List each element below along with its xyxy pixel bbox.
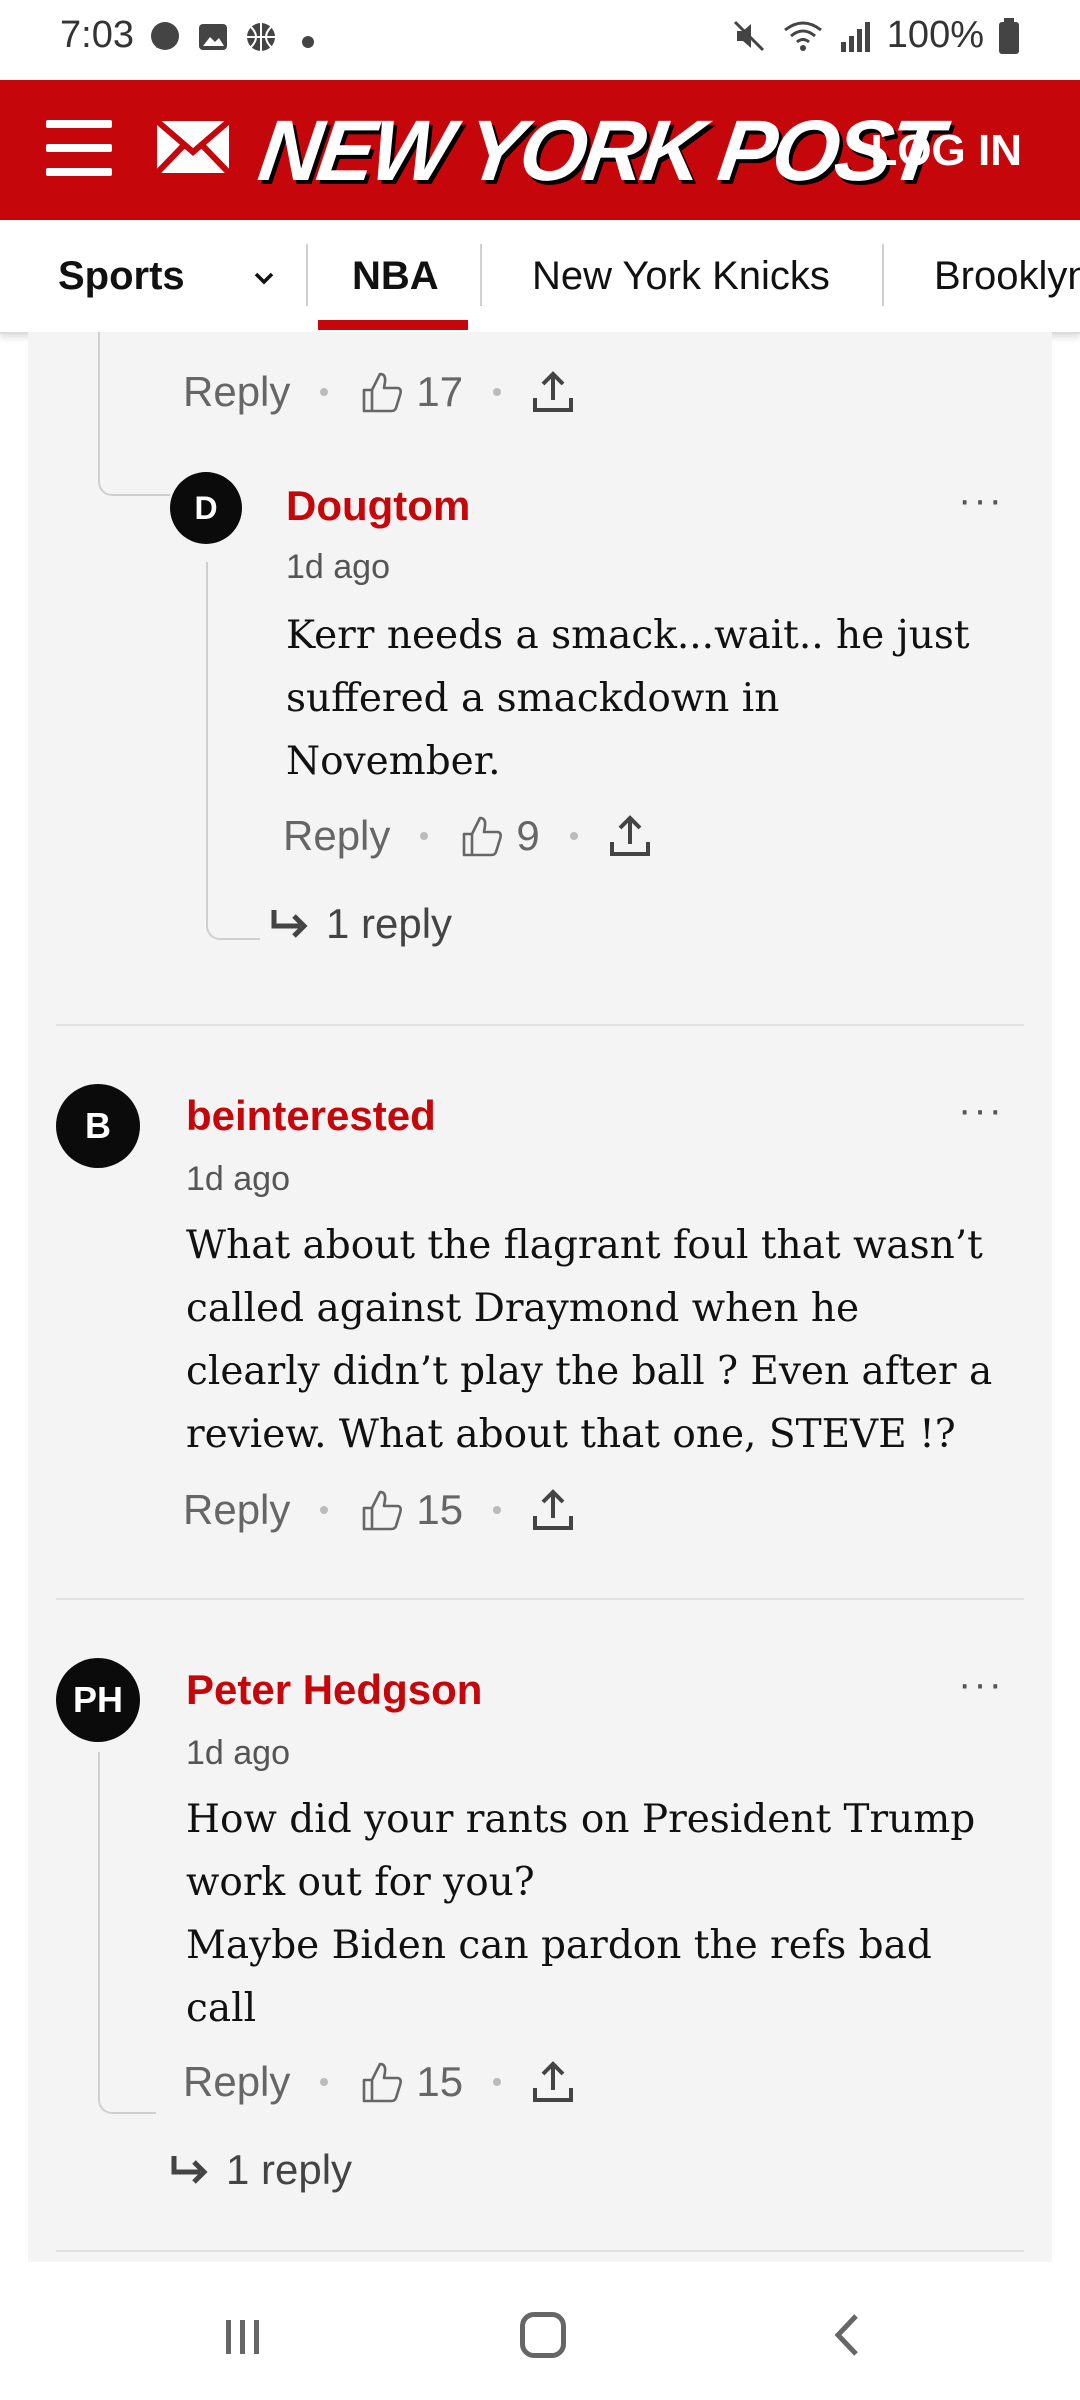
share-icon[interactable] <box>608 812 652 860</box>
like-count: 17 <box>416 368 464 415</box>
view-replies-link[interactable]: 1 reply <box>170 2146 352 2194</box>
tab-brooklyn[interactable]: Brooklyn <box>934 220 1080 332</box>
signal-icon <box>840 21 870 52</box>
share-icon[interactable] <box>531 1486 575 1534</box>
basketball-icon <box>247 23 275 51</box>
home-icon[interactable] <box>520 2312 566 2358</box>
more-options-icon[interactable]: ··· <box>958 478 1004 523</box>
comment-time: 1d ago <box>286 548 390 586</box>
like-count: 15 <box>416 2058 464 2105</box>
wifi-icon <box>783 21 822 51</box>
thumbs-up-icon[interactable] <box>358 2058 406 2106</box>
mute-icon <box>733 20 764 51</box>
comment-divider <box>56 1598 1024 1600</box>
site-logo[interactable]: NEW YORK POST <box>253 102 944 201</box>
comment-actions: Reply 15 <box>183 1486 575 1534</box>
chevron-down-icon[interactable] <box>250 264 278 292</box>
reply-button[interactable]: Reply <box>283 812 390 860</box>
system-nav-bar <box>0 2262 1080 2400</box>
comment-username[interactable]: beinterested <box>186 1092 436 1140</box>
comment-body: How did your rants on President Trump wo… <box>186 1797 976 2031</box>
nav-divider <box>480 244 482 306</box>
comment-username[interactable]: Peter Hedgson <box>186 1666 482 1714</box>
back-icon[interactable] <box>830 2312 864 2358</box>
comment-actions: Reply 17 <box>183 368 575 416</box>
more-options-icon[interactable]: ··· <box>958 1088 1004 1133</box>
reply-arrow-icon <box>271 910 308 938</box>
comment-actions: Reply 9 <box>283 812 652 860</box>
comments-panel: Reply 17 D Dougtom ··· 1d ago Kerr needs… <box>28 332 1052 2262</box>
like-count: 15 <box>416 1486 464 1533</box>
more-notifications-dot <box>302 36 314 48</box>
thumbs-up-icon[interactable] <box>358 368 406 416</box>
mail-icon[interactable] <box>154 118 232 176</box>
active-tab-indicator <box>318 320 468 330</box>
nav-divider <box>882 244 884 306</box>
login-button[interactable]: LOG IN <box>870 126 1022 176</box>
reply-button[interactable]: Reply <box>183 368 290 416</box>
comment-actions: Reply 15 <box>183 2058 575 2106</box>
system-indicators: 100% <box>731 14 1020 57</box>
comment-divider <box>56 2250 1024 2252</box>
reply-button[interactable]: Reply <box>183 1486 290 1534</box>
menu-icon[interactable] <box>46 120 112 176</box>
reply-arrow-icon <box>171 2156 208 2184</box>
reply-button[interactable]: Reply <box>183 2058 290 2106</box>
comment-divider <box>56 1024 1024 1026</box>
avatar[interactable]: B <box>56 1084 140 1168</box>
avatar[interactable]: D <box>170 472 242 544</box>
thumbs-up-icon[interactable] <box>458 812 506 860</box>
tab-new-york-knicks[interactable]: New York Knicks <box>532 220 830 332</box>
status-time: 7:03 <box>60 14 134 56</box>
talk-icon <box>151 22 179 50</box>
avatar[interactable]: PH <box>56 1658 140 1742</box>
more-options-icon[interactable]: ··· <box>958 1662 1004 1707</box>
comment-time: 1d ago <box>186 1160 290 1198</box>
thread-line <box>98 1752 156 2114</box>
comment-time: 1d ago <box>186 1734 290 1772</box>
nav-divider <box>306 244 308 306</box>
status-bar: 7:03 100% <box>0 0 1080 80</box>
site-header: NEW YORK POST LOG IN <box>0 80 1080 220</box>
tab-nba[interactable]: NBA <box>352 220 439 332</box>
section-nav: Sports NBA New York Knicks Brooklyn <box>0 220 1080 334</box>
comment-body: Kerr needs a smack...wait.. he just suff… <box>286 613 970 784</box>
share-icon[interactable] <box>531 368 575 416</box>
battery-percent: 100% <box>886 14 984 56</box>
view-replies-link[interactable]: 1 reply <box>270 900 452 948</box>
battery-icon <box>999 17 1019 54</box>
comment-body: What about the flagrant foul that wasn’t… <box>186 1223 993 1457</box>
recent-apps-icon[interactable] <box>222 2316 264 2358</box>
notification-icons <box>148 20 314 54</box>
gallery-icon <box>199 24 227 50</box>
like-count: 9 <box>516 812 540 859</box>
thread-line <box>98 332 170 496</box>
nav-sports-dropdown[interactable]: Sports <box>58 220 185 332</box>
thumbs-up-icon[interactable] <box>358 1486 406 1534</box>
thread-line <box>206 562 260 940</box>
share-icon[interactable] <box>531 2058 575 2106</box>
comment-username[interactable]: Dougtom <box>286 482 470 530</box>
